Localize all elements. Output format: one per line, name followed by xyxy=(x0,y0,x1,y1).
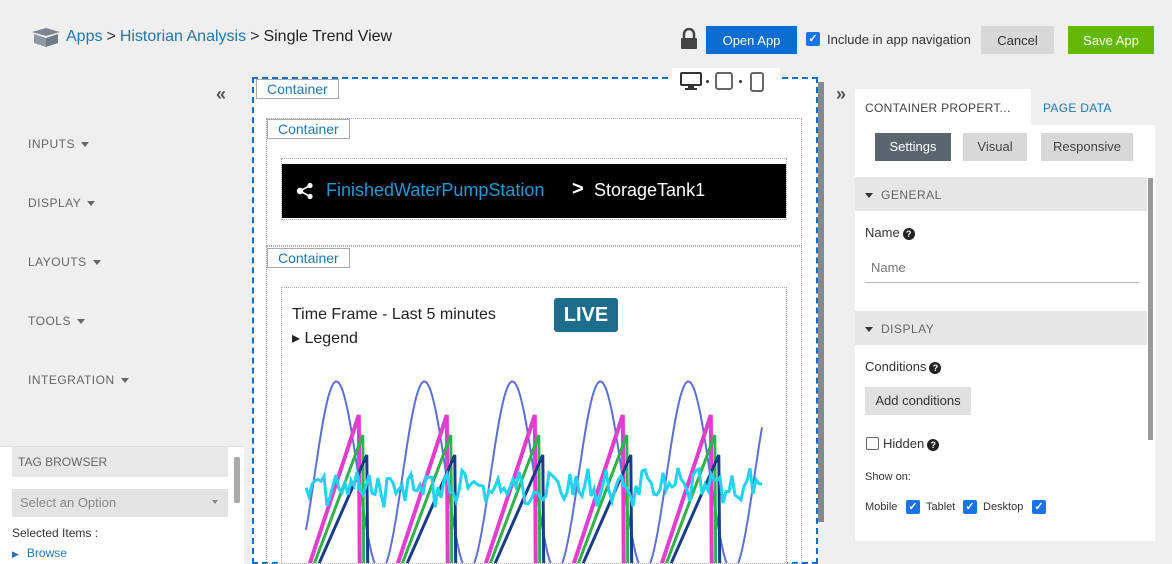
legend-toggle[interactable]: ▸ Legend xyxy=(292,328,358,348)
conditions-label: Conditions? xyxy=(865,359,942,374)
separator-dot xyxy=(706,80,709,83)
show-on-desktop-label: Desktop xyxy=(983,501,1024,513)
chevron-right-icon: > xyxy=(572,178,584,200)
help-icon[interactable]: ? xyxy=(929,361,942,374)
show-on-tablet-label: Tablet xyxy=(926,501,956,513)
live-badge[interactable]: LIVE xyxy=(554,298,618,332)
display-section-header[interactable]: DISPLAY xyxy=(855,311,1147,345)
selected-items-label: Selected Items : xyxy=(12,526,99,540)
time-frame-label: Time Frame - Last 5 minutes xyxy=(292,306,496,323)
caret-down-icon xyxy=(92,260,101,266)
caret-down-icon xyxy=(76,319,85,325)
caret-down-icon xyxy=(87,201,96,207)
include-nav-checkbox[interactable]: ✓ xyxy=(806,32,820,46)
caret-down-icon xyxy=(120,378,129,384)
palette-tools[interactable]: TOOLS xyxy=(28,314,85,328)
properties-panel: CONTAINER PROPERT... PAGE DATA Settings … xyxy=(855,89,1155,541)
share-icon xyxy=(296,182,313,200)
container-label[interactable]: Container xyxy=(256,79,339,99)
breadcrumb-current-page: Single Trend View xyxy=(263,28,393,45)
container-label[interactable]: Container xyxy=(267,119,350,139)
tab-page-data[interactable]: PAGE DATA xyxy=(1043,89,1112,125)
name-input[interactable] xyxy=(865,253,1139,283)
trend-plot xyxy=(304,380,763,563)
trend-chart-widget[interactable]: Time Frame - Last 5 minutes ▸ Legend LIV… xyxy=(281,287,787,564)
caret-down-icon xyxy=(865,193,873,199)
settings-tab-button[interactable]: Settings xyxy=(875,133,951,161)
tag-browser: TAG BROWSER Select an Option Selected It… xyxy=(0,446,244,564)
caret-right-icon: ▶ xyxy=(12,549,19,559)
lock-icon[interactable] xyxy=(680,28,698,50)
tablet-icon[interactable] xyxy=(714,72,734,90)
caret-down-icon xyxy=(865,327,873,333)
general-section-header[interactable]: GENERAL xyxy=(855,177,1147,211)
palette-inputs[interactable]: INPUTS xyxy=(28,137,90,151)
tag-browser-title: TAG BROWSER xyxy=(12,447,228,477)
tag-select-placeholder: Select an Option xyxy=(20,495,117,510)
hidden-checkbox[interactable] xyxy=(866,437,879,450)
collapse-right-icon[interactable]: » xyxy=(836,84,846,105)
top-bar: Apps > Historian Analysis > Single Trend Vie… xyxy=(0,0,1172,74)
mobile-icon[interactable] xyxy=(750,72,764,92)
breadcrumb: Apps > Historian Analysis > Single Trend Vie… xyxy=(66,28,392,46)
hidden-label: Hidden? xyxy=(883,436,940,451)
add-conditions-button[interactable]: Add conditions xyxy=(865,387,971,415)
show-on-label: Show on: xyxy=(865,471,911,483)
breadcrumb-apps[interactable]: Apps xyxy=(66,28,102,45)
visual-tab-button[interactable]: Visual xyxy=(963,133,1027,161)
show-on-desktop-checkbox[interactable]: ✓ xyxy=(1032,500,1046,514)
desktop-icon[interactable] xyxy=(680,72,702,90)
name-label: Name? xyxy=(865,225,915,240)
palette-display[interactable]: DISPLAY xyxy=(28,196,96,210)
include-nav-label: Include in app navigation xyxy=(827,32,971,47)
browse-link[interactable]: ▶ Browse xyxy=(12,546,67,560)
show-on-tablet-checkbox[interactable]: ✓ xyxy=(963,500,977,514)
palette-integration[interactable]: INTEGRATION xyxy=(28,373,129,387)
show-on-mobile-label: Mobile xyxy=(865,501,898,513)
container-label[interactable]: Container xyxy=(267,248,350,268)
help-icon[interactable]: ? xyxy=(927,438,940,451)
open-app-button[interactable]: Open App xyxy=(706,26,797,54)
asset-tank-name: StorageTank1 xyxy=(594,180,706,200)
breadcrumb-separator: > xyxy=(106,28,116,45)
asset-header-widget[interactable]: FinishedWaterPumpStation > StorageTank1 xyxy=(282,164,786,218)
responsive-tab-button[interactable]: Responsive xyxy=(1041,133,1133,161)
help-icon[interactable]: ? xyxy=(902,227,915,240)
separator-dot xyxy=(739,80,742,83)
save-app-button[interactable]: Save App xyxy=(1068,26,1154,54)
tag-select-dropdown[interactable]: Select an Option xyxy=(12,489,228,517)
properties-scrollbar[interactable] xyxy=(1148,178,1153,440)
tab-container-properties[interactable]: CONTAINER PROPERT... xyxy=(855,89,1031,125)
properties-tabs: CONTAINER PROPERT... PAGE DATA xyxy=(855,89,1155,125)
cancel-button[interactable]: Cancel xyxy=(981,26,1054,54)
caret-down-icon xyxy=(81,142,90,148)
tag-browser-scrollbar[interactable] xyxy=(234,457,240,503)
collapse-left-icon[interactable]: « xyxy=(216,84,226,105)
apps-box-icon xyxy=(32,28,60,47)
caret-down-icon xyxy=(212,500,218,504)
show-on-mobile-checkbox[interactable]: ✓ xyxy=(906,500,920,514)
palette-layouts[interactable]: LAYOUTS xyxy=(28,255,101,269)
device-switcher xyxy=(672,68,780,92)
asset-station-name[interactable]: FinishedWaterPumpStation xyxy=(326,180,544,201)
canvas-scrollbar[interactable] xyxy=(818,82,824,522)
breadcrumb-historian-analysis[interactable]: Historian Analysis xyxy=(120,28,246,45)
breadcrumb-separator: > xyxy=(250,28,260,45)
